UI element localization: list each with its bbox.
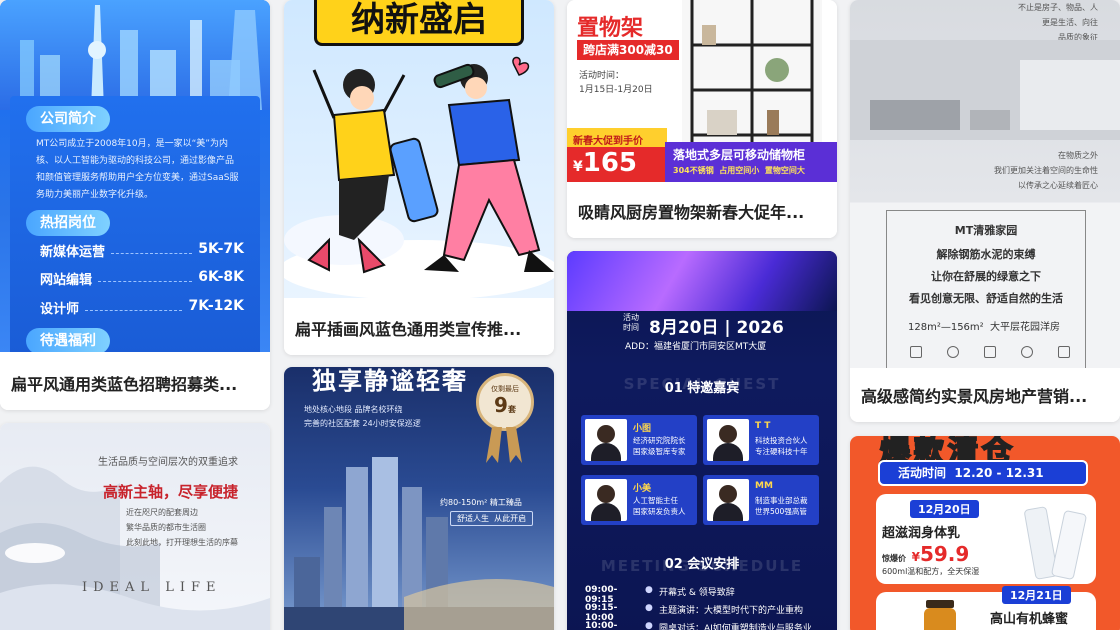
job-name: 网站编辑 <box>40 273 93 288</box>
job-salary: 6K-8K <box>198 269 244 285</box>
product-title: 置物架 <box>577 16 644 41</box>
amenity-icon <box>1021 346 1033 358</box>
tower-spec: 约80-150m² 精工臻品 <box>440 498 522 507</box>
speaker-card: 小图 经济研究院院长 国家级智库专家 <box>581 415 697 465</box>
job-name: 设计师 <box>40 302 80 317</box>
event-address: ADD：福建省厦门市同安区MT大厦 <box>625 342 767 352</box>
schedule-row: 09:15-10:00 ● 主题演讲：大模型时代下的产业重构 <box>585 603 804 623</box>
shelf-illustration <box>682 0 822 145</box>
ideal-line1: 生活品质与空间层次的双重追求 <box>98 457 238 468</box>
lotion-bottles <box>1024 506 1087 580</box>
speaker-photo <box>707 419 749 461</box>
amenity-icon <box>947 346 959 358</box>
speaker-card: 小美 人工智能主任 国家研发负责人 <box>581 475 697 525</box>
ideal-headline: 高新主轴，尽享便捷 <box>102 483 238 501</box>
job-row: 网站编辑 6K-8K <box>40 269 244 288</box>
tower-slogan: 舒适人生 从此开启 <box>450 511 534 526</box>
job-salary: 5K-7K <box>198 241 244 257</box>
card-thumbnail[interactable]: 活动 时间 8月20日 | 2026 ADD：福建省厦门市同安区MT大厦 SPE… <box>567 251 837 630</box>
template-card-promo[interactable]: 爆款清仓 活动时间 12.20 - 12.31 12月20日 超滋润身体乳 惊爆… <box>850 436 1120 630</box>
price-value: 165 <box>582 148 638 178</box>
product-spec: 600ml温和配方，全天保湿 <box>882 567 980 576</box>
product-date: 12月21日 <box>1002 586 1071 604</box>
job-row: 设计师 7K-12K <box>40 298 244 317</box>
city-skyline-illustration <box>0 0 270 110</box>
product-name: 高山有机蜂蜜 <box>990 612 1069 627</box>
people-illustration <box>284 56 554 298</box>
company-intro-text: MT公司成立于2008年10月，是一家以“美”为内核、以人工智能为驱动的科技公司… <box>36 139 239 200</box>
speaker-photo <box>585 479 627 521</box>
estate-area: 128m²—156m² 大平层花园洋房 <box>908 322 1061 333</box>
card-thumbnail[interactable]: 公司简介 MT公司成立于2008年10月，是一家以“美”为内核、以人工智能为驱动… <box>0 0 270 352</box>
estate-icons <box>910 346 1070 358</box>
price-label: 新春大促到手价 <box>567 128 667 147</box>
tower-headline: 独享静谧轻奢 <box>312 367 468 395</box>
card-thumbnail[interactable]: 独享静谧轻奢 地处核心地段 品牌名校环绕 完善的社区配套 24小时安保巡逻 仅剩… <box>284 367 554 630</box>
product-name: 落地式多层可移动储物柜 <box>673 148 806 162</box>
section-title-intro: 公司简介 <box>26 106 110 132</box>
speaker-photo <box>585 419 627 461</box>
template-card-illustration[interactable]: 纳新盛启 扁平插画风蓝色通用类宣传推... <box>284 0 554 355</box>
card-caption[interactable]: 扁平风通用类蓝色招聘招募类... <box>0 356 270 410</box>
event-date: 8月20日 | 2026 <box>649 318 784 338</box>
promo-time-bar: 活动时间 12.20 - 12.31 <box>878 460 1088 486</box>
product-price: 惊爆价 ¥59.9 <box>882 542 970 566</box>
card-caption[interactable]: 高级感简约实景风房地产营销... <box>850 368 1120 422</box>
template-card-conference[interactable]: 活动 时间 8月20日 | 2026 ADD：福建省厦门市同安区MT大厦 SPE… <box>567 251 837 630</box>
estate-lines: 解除钢筋水泥的束缚 让你在舒展的绿意之下 看见创意无限、舒适自然的生活 <box>909 248 1063 305</box>
remaining-badge: 仅剩最后 9套 <box>476 373 534 431</box>
time-label: 活动 时间 <box>623 313 639 332</box>
product-banner: 落地式多层可移动储物柜 304不锈钢 占用空间小 置物空间大 <box>665 142 837 182</box>
tower-lines: 地处核心地段 品牌名校环绕 完善的社区配套 24小时安保巡逻 <box>304 405 421 428</box>
ideal-english: IDEAL LIFE <box>82 580 222 595</box>
honey-jar <box>924 600 956 630</box>
card-thumbnail[interactable]: 纳新盛启 <box>284 0 554 298</box>
section-title-guests: 01 特邀嘉宾 <box>664 381 740 396</box>
interior-photo <box>850 40 1120 140</box>
card-thumbnail[interactable]: 生活品质与空间层次的双重追求 高新主轴，尽享便捷 近在咫尺的配套周边 繁华品质的… <box>0 423 270 630</box>
card-thumbnail[interactable]: 不止是房子、物品、人 更是生活、向往 品质的象征 在物质之外 我们更加关注着空间… <box>850 0 1120 368</box>
estate-mid-copy: 在物质之外 我们更加关注着空间的生命性 以传承之心延续着匠心 <box>994 151 1098 190</box>
template-card-tower[interactable]: 独享静谧轻奢 地处核心地段 品牌名校环绕 完善的社区配套 24小时安保巡逻 仅剩… <box>284 367 554 630</box>
template-card-ideal-life[interactable]: 生活品质与空间层次的双重追求 高新主轴，尽享便捷 近在咫尺的配套周边 繁华品质的… <box>0 423 270 630</box>
estate-top-copy: 不止是房子、物品、人 更是生活、向往 品质的象征 <box>1018 3 1098 42</box>
time-value: 1月15日-1月20日 <box>579 85 653 95</box>
amenity-icon <box>910 346 922 358</box>
card-thumbnail[interactable]: 置物架 跨店满300减30 活动时间： 1月15日-1月20日 新春大促到手价 … <box>567 0 837 184</box>
light-streaks <box>567 251 837 311</box>
job-row: 新媒体运营 5K-7K <box>40 241 244 260</box>
section-title-schedule: 02 会议安排 <box>664 557 740 572</box>
job-name: 新媒体运营 <box>40 245 106 260</box>
estate-brand: MT清雅家园 <box>954 224 1018 237</box>
card-caption[interactable]: 吸睛风厨房置物架新春大促年... <box>567 184 837 238</box>
card-thumbnail[interactable]: 爆款清仓 活动时间 12.20 - 12.31 12月20日 超滋润身体乳 惊爆… <box>850 436 1120 630</box>
promo-tag: 跨店满300减30 <box>577 40 679 60</box>
section-title-jobs: 热招岗位 <box>26 210 110 236</box>
speaker-photo <box>707 479 749 521</box>
product-name: 超滋润身体乳 <box>882 526 961 541</box>
card-caption[interactable]: 扁平插画风蓝色通用类宣传推... <box>284 301 554 355</box>
template-card-shelf[interactable]: 置物架 跨店满300减30 活动时间： 1月15日-1月20日 新春大促到手价 … <box>567 0 837 238</box>
time-label: 活动时间： <box>579 71 625 81</box>
currency-symbol: ¥ <box>573 159 583 175</box>
amenity-icon <box>984 346 996 358</box>
job-salary: 7K-12K <box>188 298 244 314</box>
section-title-benefit: 待遇福利 <box>26 328 110 352</box>
schedule-row: 09:00-09:15 ● 开幕式 & 领导致辞 <box>585 585 735 605</box>
amenity-icon <box>1058 346 1070 358</box>
template-card-estate[interactable]: 不止是房子、物品、人 更是生活、向往 品质的象征 在物质之外 我们更加关注着空间… <box>850 0 1120 422</box>
speaker-card: MM 制造事业部总裁 世界500强高管 <box>703 475 819 525</box>
product-date: 12月20日 <box>910 500 979 518</box>
schedule-row: 10:00-11:30●圆桌对话：AI如何重塑制造业与服务业 <box>585 621 812 630</box>
ideal-desc: 近在咫尺的配套周边 繁华品质的都市生活圈 此刻此地，打开理想生活的序幕 <box>126 508 238 547</box>
template-card-recruit[interactable]: 公司简介 MT公司成立于2008年10月，是一家以“美”为内核、以人工智能为驱动… <box>0 0 270 410</box>
price-block: 新春大促到手价 ¥165 <box>567 128 667 182</box>
tower-photo <box>284 457 554 630</box>
speaker-card: T T 科技投资合伙人 专注硬科技十年 <box>703 415 819 465</box>
product-features: 304不锈钢 占用空间小 置物空间大 <box>673 166 805 175</box>
